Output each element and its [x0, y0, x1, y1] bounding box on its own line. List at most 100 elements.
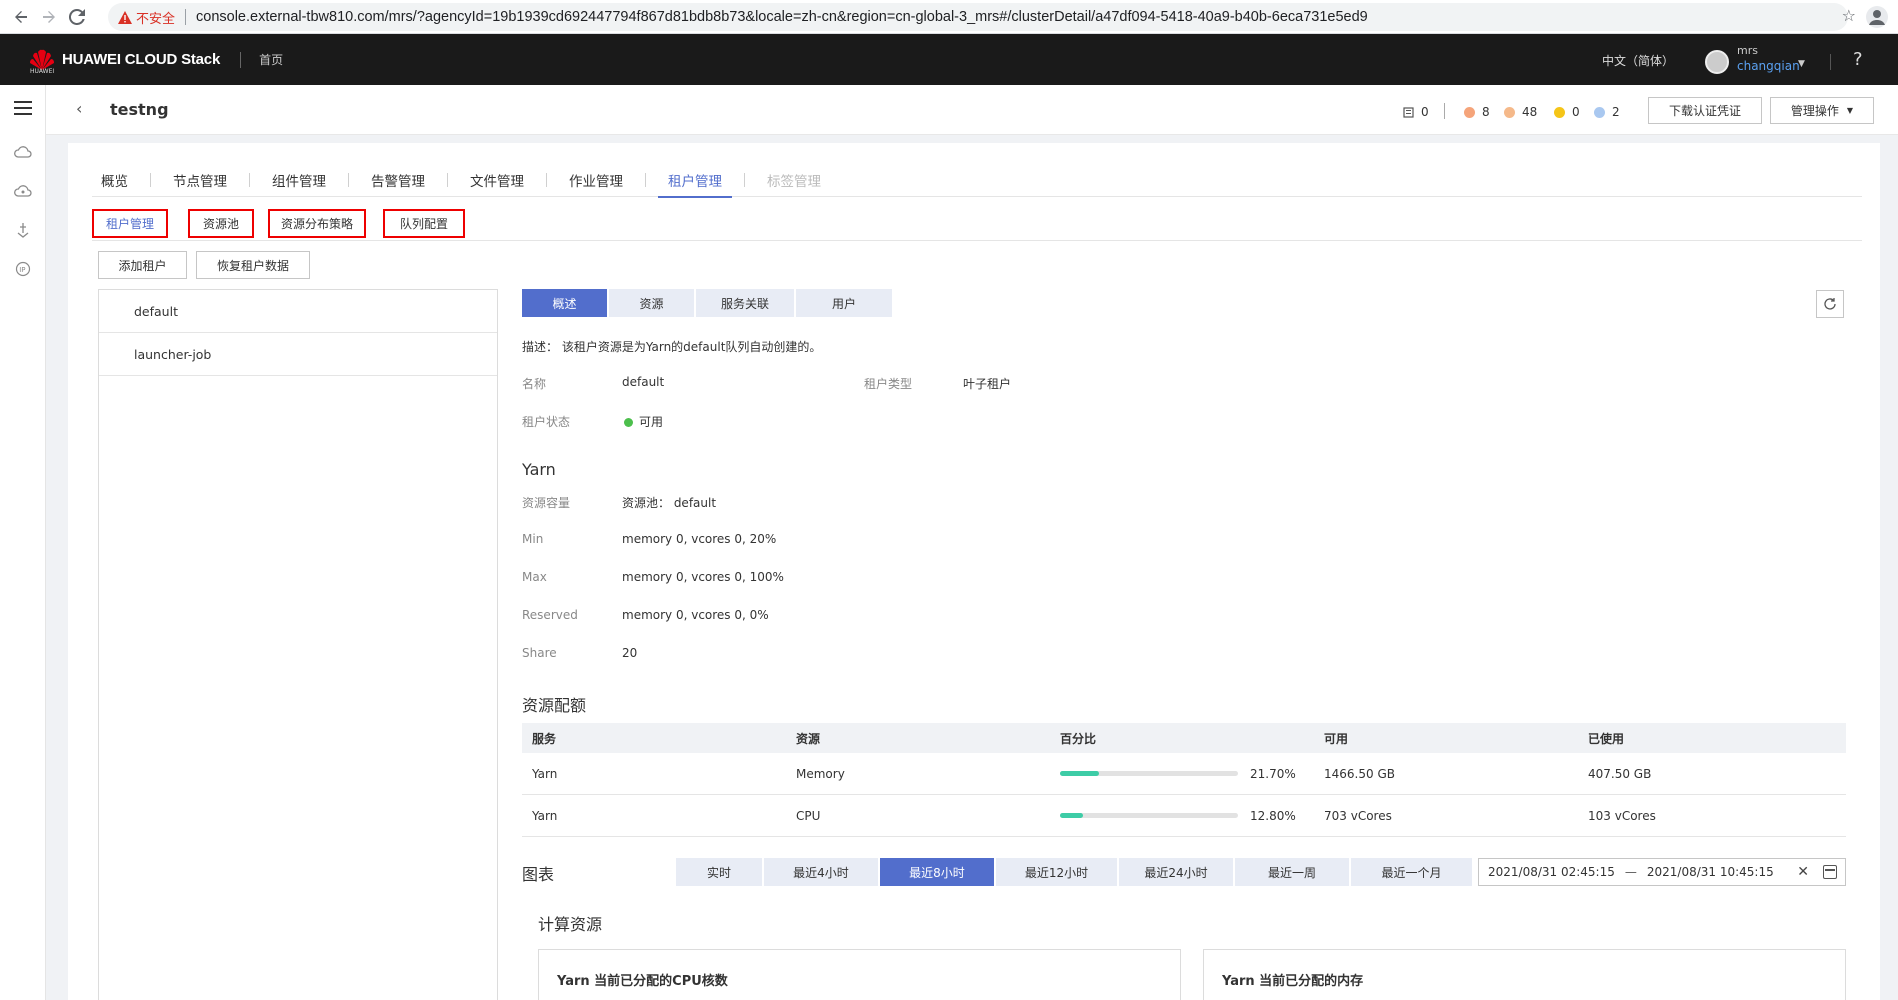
date-range-separator: —: [1624, 865, 1637, 879]
yarn-reserved-value: memory 0, vcores 0, 0%: [622, 608, 769, 622]
percent-bar: [1060, 813, 1238, 818]
user-name[interactable]: changqian: [1737, 59, 1800, 73]
host-icon: [1403, 106, 1414, 118]
ip-icon[interactable]: IP: [12, 258, 34, 280]
cloud-server-icon[interactable]: [12, 141, 34, 163]
clear-date-icon[interactable]: ✕: [1797, 864, 1809, 880]
user-dropdown-caret-icon[interactable]: ▼: [1798, 59, 1805, 69]
range-8h-button[interactable]: 最近8小时: [880, 858, 994, 886]
date-start[interactable]: 2021/08/31 02:45:15: [1488, 865, 1615, 879]
cluster-tabs: 概览 节点管理 组件管理 告警管理 文件管理 作业管理 租户管理 标签管理: [92, 163, 1862, 198]
name-label: 名称: [522, 377, 547, 391]
date-end[interactable]: 2021/08/31 10:45:15: [1647, 865, 1774, 879]
range-4h-button[interactable]: 最近4小时: [764, 858, 878, 886]
help-icon[interactable]: ?: [1853, 49, 1863, 70]
warning-alarm-stat[interactable]: 2: [1594, 105, 1620, 119]
insecure-indicator[interactable]: 不安全: [118, 8, 175, 27]
refresh-icon[interactable]: [1816, 290, 1844, 318]
manage-operations-label: 管理操作: [1790, 104, 1839, 118]
tenant-detail-tabs: 概述 资源 服务关联 用户: [522, 289, 894, 317]
yarn-max-label: Max: [522, 570, 547, 584]
huawei-logo[interactable]: HUAWEI CLOUD Stack: [28, 48, 220, 72]
user-avatar[interactable]: [1705, 50, 1729, 74]
download-credential-button[interactable]: 下载认证凭证: [1648, 97, 1762, 124]
subtab-tenant-management[interactable]: 租户管理: [92, 209, 168, 238]
subtab-queue-config[interactable]: 队列配置: [383, 209, 465, 238]
stat-divider: [1444, 103, 1445, 119]
bookmark-star-icon[interactable]: ☆: [1842, 6, 1856, 25]
manage-operations-button[interactable]: 管理操作 ▼: [1770, 97, 1874, 124]
calendar-icon[interactable]: [1823, 865, 1837, 879]
critical-alarm-icon: [1464, 106, 1475, 118]
restore-tenant-data-button[interactable]: 恢复租户数据: [196, 251, 310, 279]
tab-overview[interactable]: 概览: [101, 163, 128, 197]
tab-components[interactable]: 组件管理: [272, 163, 326, 197]
tab-separator: [150, 172, 151, 187]
cloud-storage-icon[interactable]: [12, 180, 34, 202]
console-header: HUAWEI CLOUD Stack HUAWEI 首页 中文（简体） mrs …: [0, 34, 1898, 85]
range-realtime-button[interactable]: 实时: [676, 858, 762, 886]
back-icon[interactable]: [8, 4, 34, 30]
add-tenant-button[interactable]: 添加租户: [98, 251, 187, 279]
chart-section-title: 图表: [522, 865, 555, 884]
range-month-button[interactable]: 最近一个月: [1351, 858, 1472, 886]
forward-icon[interactable]: [36, 4, 62, 30]
left-icon-sidebar: IP: [0, 85, 46, 1000]
menu-icon[interactable]: [12, 97, 34, 119]
memory-card-title: Yarn 当前已分配的内存: [1222, 974, 1364, 989]
language-selector[interactable]: 中文（简体）: [1602, 52, 1674, 69]
cluster-title-bar: ‹ testng 0 8 48 0 2 下载认证凭证 管理操作 ▼: [46, 85, 1898, 135]
host-stat[interactable]: 0: [1403, 105, 1429, 119]
row-percent: 21.70%: [1050, 767, 1314, 781]
tab-tags[interactable]: 标签管理: [767, 163, 821, 197]
dtab-service-association[interactable]: 服务关联: [696, 289, 794, 317]
major-alarm-stat[interactable]: 48: [1504, 105, 1537, 119]
range-12h-button[interactable]: 最近12小时: [996, 858, 1117, 886]
tab-nodes[interactable]: 节点管理: [173, 163, 227, 197]
quota-table-header: 服务 资源 百分比 可用 已使用: [522, 723, 1846, 753]
row-service: Yarn: [532, 808, 558, 823]
dtab-resources[interactable]: 资源: [609, 289, 694, 317]
yarn-max-value: memory 0, vcores 0, 100%: [622, 570, 784, 584]
browser-profile-icon[interactable]: [1866, 6, 1888, 28]
tenant-item-launcher-job[interactable]: launcher-job: [99, 333, 497, 376]
row-resource: CPU: [796, 808, 821, 823]
minor-alarm-stat[interactable]: 0: [1554, 105, 1580, 119]
minor-alarm-icon: [1554, 106, 1565, 118]
home-link[interactable]: 首页: [259, 51, 283, 68]
tab-jobs[interactable]: 作业管理: [569, 163, 623, 197]
major-alarm-icon: [1504, 106, 1515, 118]
row-used: 103 vCores: [1588, 808, 1656, 823]
reload-icon[interactable]: [64, 4, 90, 30]
table-row: Yarn CPU 12.80% 703 vCores 103 vCores: [522, 795, 1846, 837]
major-alarm-count: 48: [1522, 105, 1538, 119]
dtab-overview[interactable]: 概述: [522, 289, 607, 317]
back-arrow-icon[interactable]: ‹: [76, 99, 82, 118]
range-week-button[interactable]: 最近一周: [1235, 858, 1349, 886]
percent-bar-fill: [1060, 813, 1083, 818]
tab-alarms[interactable]: 告警管理: [371, 163, 425, 197]
subtab-resource-distribution[interactable]: 资源分布策略: [268, 209, 366, 238]
subtab-resource-pool[interactable]: 资源池: [188, 209, 254, 238]
range-24h-button[interactable]: 最近24小时: [1119, 858, 1233, 886]
user-domain[interactable]: mrs: [1737, 44, 1758, 57]
col-service: 服务: [532, 731, 557, 746]
tab-separator: [744, 172, 745, 187]
row-available: 1466.50 GB: [1324, 766, 1395, 781]
tenant-item-default[interactable]: default: [99, 290, 497, 333]
network-icon[interactable]: [12, 219, 34, 241]
url-text: console.external-tbw810.com/mrs/?agencyI…: [196, 9, 1368, 25]
yarn-section-title: Yarn: [522, 460, 556, 479]
percent-text: 21.70%: [1250, 766, 1296, 781]
row-percent: 12.80%: [1050, 809, 1314, 823]
row-resource: Memory: [796, 766, 845, 781]
yarn-min-value: memory 0, vcores 0, 20%: [622, 532, 777, 546]
critical-alarm-stat[interactable]: 8: [1464, 105, 1490, 119]
date-range-picker[interactable]: 2021/08/31 02:45:15 — 2021/08/31 10:45:1…: [1478, 858, 1846, 886]
percent-text: 12.80%: [1250, 808, 1296, 823]
address-bar[interactable]: 不安全 console.external-tbw810.com/mrs/?age…: [108, 3, 1848, 31]
page-title: testng: [110, 100, 169, 119]
tab-files[interactable]: 文件管理: [470, 163, 524, 197]
dtab-users[interactable]: 用户: [796, 289, 892, 317]
tab-tenants[interactable]: 租户管理: [658, 163, 732, 198]
